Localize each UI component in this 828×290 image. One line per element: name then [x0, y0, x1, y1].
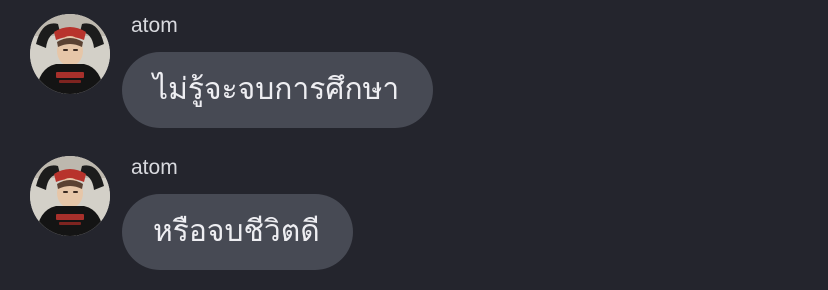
avatar-photo-icon	[30, 156, 110, 236]
message-text: หรือจบชีวิตดี	[153, 214, 320, 249]
sender-name: atom	[131, 14, 178, 37]
sender-name: atom	[131, 156, 178, 179]
message-bubble[interactable]: หรือจบชีวิตดี	[122, 194, 353, 270]
message-text: ไม่รู้จะจบการศึกษา	[153, 72, 400, 107]
user-avatar[interactable]	[30, 156, 110, 236]
user-avatar[interactable]	[30, 14, 110, 94]
message-bubble[interactable]: ไม่รู้จะจบการศึกษา	[122, 52, 433, 128]
avatar-photo-icon	[30, 14, 110, 94]
